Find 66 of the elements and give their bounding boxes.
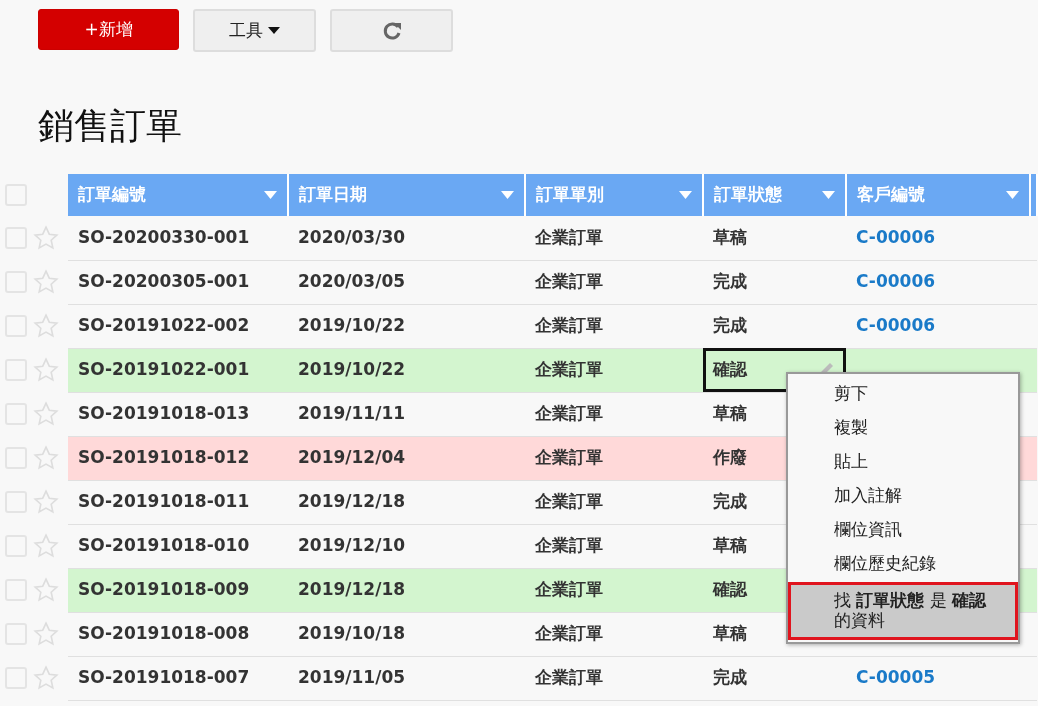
star-icon[interactable] — [33, 533, 59, 559]
column-header[interactable] — [1030, 174, 1037, 216]
status-text: 確認 — [713, 358, 747, 382]
order-date-cell: 2019/12/18 — [288, 568, 525, 612]
order-date-cell: 2019/12/18 — [288, 480, 525, 524]
order-type-cell: 企業訂單 — [525, 524, 703, 568]
customer-link[interactable]: C-00006 — [846, 260, 1030, 304]
order-date-cell: 2019/11/05 — [288, 656, 525, 700]
order-number-cell: SO-20191018-007 — [68, 656, 288, 700]
order-date-cell: 2019/11/11 — [288, 392, 525, 436]
sort-caret-icon[interactable] — [1006, 191, 1019, 199]
order-date-cell: 2020/03/30 — [288, 216, 525, 260]
order-date-cell: 2019/12/04 — [288, 436, 525, 480]
order-number-cell: SO-20191018-011 — [68, 480, 288, 524]
order-date-cell: 2019/10/18 — [288, 612, 525, 656]
order-number-cell: SO-20191018-013 — [68, 392, 288, 436]
star-icon[interactable] — [33, 445, 59, 471]
star-icon[interactable] — [33, 401, 59, 427]
order-type-cell: 企業訂單 — [525, 392, 703, 436]
star-icon[interactable] — [33, 621, 59, 647]
status-cell: 完成 — [703, 304, 846, 348]
order-type-cell: 企業訂單 — [525, 612, 703, 656]
page-title: 銷售訂單 — [38, 104, 183, 148]
order-type-cell: 企業訂單 — [525, 260, 703, 304]
customer-link[interactable]: C-00005 — [846, 656, 1030, 700]
star-icon[interactable] — [33, 489, 59, 515]
order-date-cell: 2020/03/05 — [288, 260, 525, 304]
caret-icon — [268, 27, 281, 35]
order-number-cell: SO-20191018-012 — [68, 436, 288, 480]
star-icon[interactable] — [33, 577, 59, 603]
sort-caret-icon[interactable] — [501, 191, 514, 199]
status-cell: 完成 — [703, 260, 846, 304]
refresh-button[interactable] — [330, 9, 453, 52]
tools-button[interactable]: 工具 — [193, 9, 316, 52]
order-number-cell: SO-20191018-008 — [68, 612, 288, 656]
order-type-cell: 企業訂單 — [525, 656, 703, 700]
customer-link[interactable]: C-00006 — [846, 216, 1030, 260]
menu-item[interactable]: 找 訂單狀態 是 確認的資料 — [788, 582, 1018, 640]
sort-caret-icon[interactable] — [264, 191, 277, 199]
sort-caret-icon[interactable] — [679, 191, 692, 199]
star-icon[interactable] — [33, 225, 59, 251]
order-date-cell: 2019/12/10 — [288, 524, 525, 568]
star-icon[interactable] — [33, 269, 59, 295]
order-number-cell: SO-20191018-009 — [68, 568, 288, 612]
order-type-cell: 企業訂單 — [525, 568, 703, 612]
star-icon[interactable] — [33, 357, 59, 383]
order-type-cell: 企業訂單 — [525, 436, 703, 480]
customer-link[interactable]: C-00006 — [846, 304, 1030, 348]
order-number-cell: SO-20200330-001 — [68, 216, 288, 260]
refresh-icon — [381, 20, 402, 41]
status-cell: 完成 — [703, 656, 846, 700]
order-type-cell: 企業訂單 — [525, 216, 703, 260]
order-date-cell: 2019/10/22 — [288, 304, 525, 348]
add-button[interactable]: +新增 — [38, 9, 179, 50]
order-type-cell: 企業訂單 — [525, 348, 703, 392]
status-cell: 草稿 — [703, 216, 846, 260]
star-icon[interactable] — [33, 313, 59, 339]
order-number-cell: SO-20191022-002 — [68, 304, 288, 348]
order-type-cell: 企業訂單 — [525, 304, 703, 348]
order-number-cell: SO-20191022-001 — [68, 348, 288, 392]
order-date-cell: 2019/10/22 — [288, 348, 525, 392]
order-number-cell: SO-20200305-001 — [68, 260, 288, 304]
star-icon[interactable] — [33, 665, 59, 691]
order-number-cell: SO-20191018-010 — [68, 524, 288, 568]
sort-caret-icon[interactable] — [822, 191, 835, 199]
order-type-cell: 企業訂單 — [525, 480, 703, 524]
